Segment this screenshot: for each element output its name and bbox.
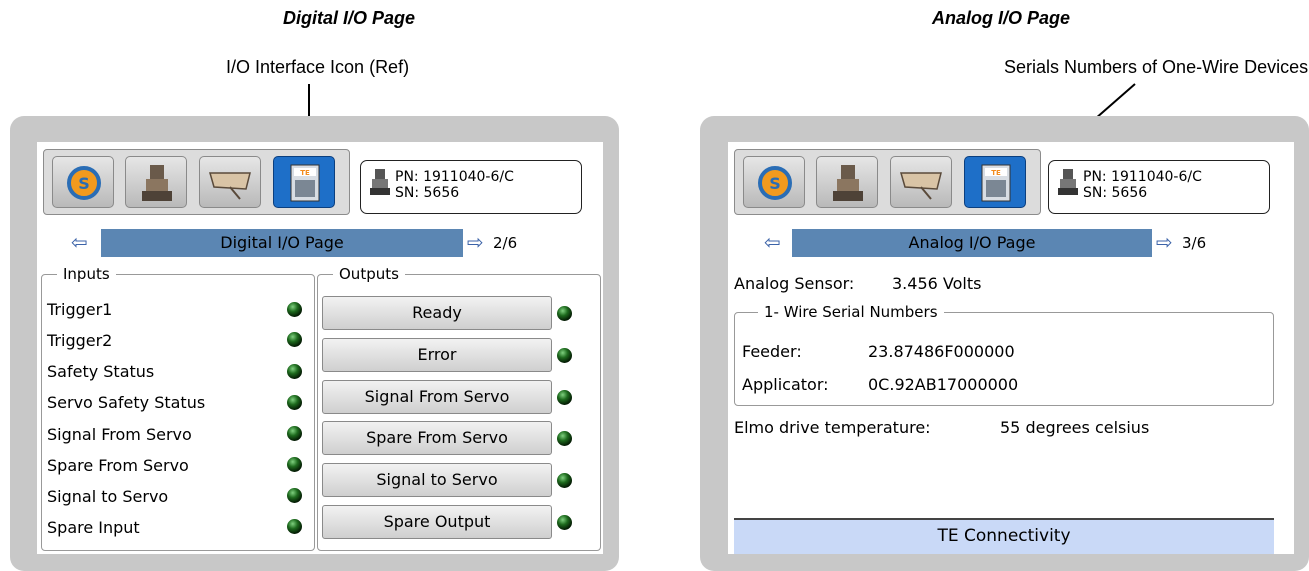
page-title-bar: Digital I/O Page <box>101 229 463 257</box>
applicator-button[interactable] <box>199 156 261 208</box>
io-interface-button[interactable]: TE <box>964 156 1026 208</box>
outputs-legend: Outputs <box>333 265 405 283</box>
press-button[interactable] <box>125 156 187 208</box>
svg-text:TE: TE <box>991 169 1001 177</box>
svg-text:S: S <box>78 174 90 193</box>
press-machine-icon <box>142 165 172 201</box>
output-led-icon <box>557 306 572 321</box>
input-led-icon <box>287 332 302 347</box>
refresh-icon: S <box>67 166 101 200</box>
serial-number: SN: 5656 <box>395 185 460 201</box>
io-interface-icon: TE <box>290 164 320 202</box>
refresh-button[interactable]: S <box>743 156 805 208</box>
drive-temp-label: Elmo drive temperature: <box>734 418 931 437</box>
page-title-bar: Analog I/O Page <box>792 229 1152 257</box>
output-button-spare-from-servo[interactable]: Spare From Servo <box>322 421 552 455</box>
input-label: Spare From Servo <box>47 456 189 475</box>
input-label: Servo Safety Status <box>47 393 206 412</box>
inputs-legend: Inputs <box>57 265 116 283</box>
svg-text:S: S <box>769 174 781 193</box>
input-led-icon <box>287 426 302 441</box>
input-label: Safety Status <box>47 362 155 381</box>
page-number: 2/6 <box>493 234 518 252</box>
output-led-icon <box>557 431 572 446</box>
one-wire-legend: 1- Wire Serial Numbers <box>758 303 944 321</box>
input-label: Spare Input <box>47 518 140 537</box>
output-button-signal-to-servo[interactable]: Signal to Servo <box>322 463 552 497</box>
device-icon <box>1058 169 1078 195</box>
part-number: PN: 1911040-6/C <box>1083 169 1202 185</box>
io-interface-icon: TE <box>981 164 1011 202</box>
input-label: Signal From Servo <box>47 425 192 444</box>
feeder-serial: 23.87486F000000 <box>868 342 1015 361</box>
refresh-button[interactable]: S <box>52 156 114 208</box>
analog-sensor-label: Analog Sensor: <box>734 274 855 293</box>
output-led-icon <box>557 390 572 405</box>
next-page-arrow-icon[interactable]: ⇨ <box>467 228 484 256</box>
toolbar: S TE <box>734 149 1041 215</box>
toolbar: S TE <box>43 149 350 215</box>
io-interface-button[interactable]: TE <box>273 156 335 208</box>
press-machine-icon <box>833 165 863 201</box>
applicator-icon <box>209 172 251 200</box>
device-info-box: PN: 1911040-6/C SN: 5656 <box>360 160 582 214</box>
part-number: PN: 1911040-6/C <box>395 169 514 185</box>
input-led-icon <box>287 519 302 534</box>
analog-sensor-value: 3.456 Volts <box>892 274 982 293</box>
analog-screen: S TE PN: 1911040-6/C SN: 5656 ⇦ Analog I… <box>728 142 1294 554</box>
footer-banner: TE Connectivity <box>734 518 1274 554</box>
prev-page-arrow-icon[interactable]: ⇦ <box>71 228 88 256</box>
press-button[interactable] <box>816 156 878 208</box>
page-number: 3/6 <box>1182 234 1207 252</box>
serial-number: SN: 5656 <box>1083 185 1148 201</box>
input-label: Trigger1 <box>47 300 113 319</box>
input-led-icon <box>287 302 302 317</box>
next-page-arrow-icon[interactable]: ⇨ <box>1156 228 1173 256</box>
input-label: Signal to Servo <box>47 487 169 506</box>
output-button-ready[interactable]: Ready <box>322 296 552 330</box>
input-led-icon <box>287 457 302 472</box>
refresh-icon: S <box>758 166 792 200</box>
input-led-icon <box>287 395 302 410</box>
device-info-box: PN: 1911040-6/C SN: 5656 <box>1048 160 1270 214</box>
applicator-label: Applicator: <box>742 375 829 394</box>
input-led-icon <box>287 364 302 379</box>
applicator-button[interactable] <box>890 156 952 208</box>
output-button-spare-output[interactable]: Spare Output <box>322 505 552 539</box>
applicator-serial: 0C.92AB17000000 <box>868 375 1019 394</box>
output-button-signal-from-servo[interactable]: Signal From Servo <box>322 380 552 414</box>
input-led-icon <box>287 488 302 503</box>
output-led-icon <box>557 515 572 530</box>
drive-temp-value: 55 degrees celsius <box>1000 418 1150 437</box>
svg-text:TE: TE <box>300 169 310 177</box>
output-led-icon <box>557 348 572 363</box>
output-button-error[interactable]: Error <box>322 338 552 372</box>
feeder-label: Feeder: <box>742 342 802 361</box>
digital-screen: S TE PN: 1911040-6/C SN: 5656 ⇦ Digital … <box>37 142 603 554</box>
output-led-icon <box>557 473 572 488</box>
input-label: Trigger2 <box>47 331 113 350</box>
prev-page-arrow-icon[interactable]: ⇦ <box>764 228 781 256</box>
applicator-icon <box>900 172 942 200</box>
device-icon <box>370 169 390 195</box>
